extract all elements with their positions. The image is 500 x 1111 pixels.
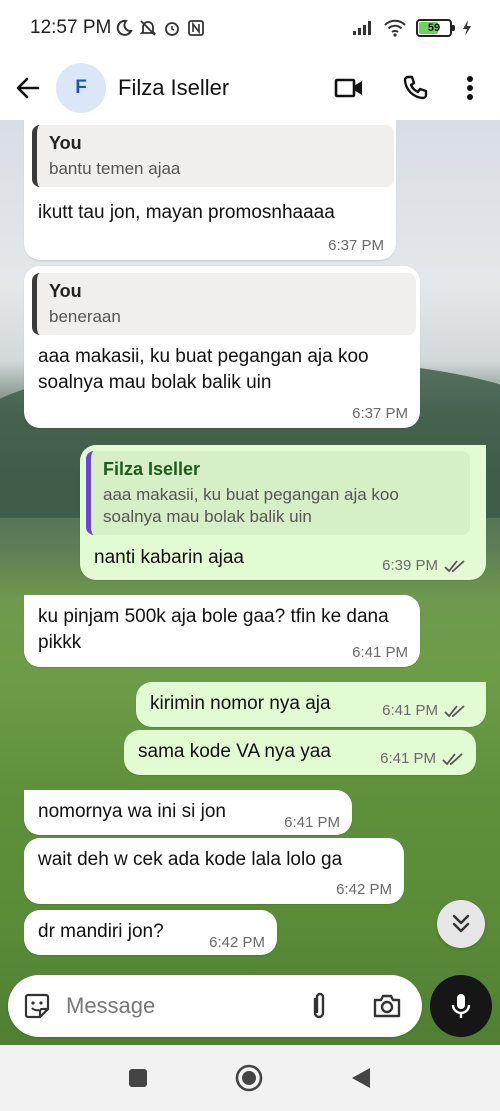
status-icons-left: [115, 19, 205, 37]
message-text: dr mandiri jon?: [38, 921, 164, 942]
message-bubble-incoming[interactable]: nomornya wa ini si jon 6:41 PM: [24, 790, 352, 835]
contact-avatar[interactable]: F: [56, 63, 106, 113]
time-label: 6:41 PM: [284, 814, 340, 831]
message-time: 6:41 PM: [284, 814, 340, 831]
more-vert-icon[interactable]: [466, 75, 474, 101]
microphone-icon: [451, 994, 471, 1018]
message-bubble-outgoing[interactable]: sama kode VA nya yaa 6:41 PM: [124, 730, 476, 775]
chat-header: F Filza Iseller: [0, 56, 500, 120]
video-call-icon[interactable]: [334, 76, 364, 100]
message-bubble-outgoing[interactable]: kirimin nomor nya aja 6:41 PM: [136, 682, 486, 727]
message-text: sama kode VA nya yaa: [138, 741, 331, 762]
message-bubble-incoming[interactable]: You bantu temen ajaa ikutt tau jon, maya…: [24, 120, 396, 260]
time-label: 6:39 PM: [382, 557, 438, 574]
message-time: 6:37 PM: [352, 405, 408, 422]
double-check-icon: [444, 704, 465, 717]
time-label: 6:41 PM: [352, 644, 408, 661]
charging-icon: [463, 20, 471, 36]
attachment-icon[interactable]: [306, 991, 332, 1021]
double-check-icon: [444, 559, 465, 572]
time-label: 6:37 PM: [352, 405, 408, 422]
message-bubble-incoming[interactable]: wait deh w cek ada kode lala lolo ga 6:4…: [24, 838, 404, 904]
message-text: aaa makasii, ku buat pegangan aja koo so…: [38, 346, 369, 393]
status-bar: 12:57 PM 59: [0, 0, 500, 56]
camera-icon[interactable]: [372, 993, 402, 1019]
wifi-icon: [384, 19, 406, 37]
quoted-text: beneraan: [49, 307, 121, 326]
phone-icon[interactable]: [402, 75, 428, 101]
message-text: kirimin nomor nya aja: [150, 693, 331, 714]
quoted-author: You: [49, 133, 82, 153]
back-icon[interactable]: [350, 1066, 372, 1090]
message-time: 6:41 PM: [352, 644, 408, 661]
double-chevron-down-icon: [452, 914, 470, 933]
battery-percent: 59: [427, 22, 441, 34]
contact-name[interactable]: Filza Iseller: [118, 75, 229, 101]
time-label: 6:41 PM: [382, 702, 438, 719]
message-time: 6:37 PM: [328, 237, 384, 254]
message-bubble-incoming[interactable]: dr mandiri jon? 6:42 PM: [24, 910, 277, 955]
status-icons-right: 59: [352, 19, 472, 37]
message-input[interactable]: [66, 993, 286, 1019]
message-text: ku pinjam 500k aja bole gaa? tfin ke dan…: [38, 606, 389, 653]
time-label: 6:37 PM: [328, 237, 384, 254]
alarm-icon: [165, 22, 180, 36]
quoted-text: aaa makasii, ku buat pegangan aja koo so…: [103, 485, 399, 526]
back-arrow-icon[interactable]: [14, 74, 42, 102]
message-bubble-incoming[interactable]: ku pinjam 500k aja bole gaa? tfin ke dan…: [24, 595, 420, 667]
message-meta: 6:41 PM: [380, 750, 464, 767]
message-text: nanti kabarin ajaa: [94, 547, 244, 568]
message-text: ikutt tau jon, mayan promosnhaaaa: [38, 202, 335, 223]
system-navigation-bar: [0, 1045, 500, 1111]
voice-record-button[interactable]: [430, 975, 492, 1037]
message-meta: 6:39 PM: [382, 557, 466, 574]
double-check-icon: [442, 752, 463, 765]
message-bubble-incoming[interactable]: You beneraan aaa makasii, ku buat pegang…: [24, 266, 420, 428]
quoted-author: You: [49, 281, 82, 301]
quoted-message[interactable]: Filza Iseller aaa makasii, ku buat pegan…: [86, 451, 470, 535]
battery-icon: 59: [416, 19, 455, 37]
signal-icon: [353, 21, 371, 35]
home-icon[interactable]: [234, 1063, 264, 1093]
message-time: 6:42 PM: [209, 934, 265, 951]
message-meta: 6:41 PM: [382, 702, 466, 719]
time-label: 6:42 PM: [209, 934, 265, 951]
moon-icon: [117, 19, 134, 36]
message-composer: [8, 975, 422, 1037]
quoted-message[interactable]: You bantu temen ajaa: [32, 125, 394, 187]
time-label: 6:42 PM: [336, 881, 392, 898]
message-bubble-outgoing[interactable]: Filza Iseller aaa makasii, ku buat pegan…: [80, 445, 486, 580]
quoted-message[interactable]: You beneraan: [32, 273, 416, 335]
scroll-to-bottom-button[interactable]: [437, 900, 485, 948]
recents-icon[interactable]: [128, 1068, 148, 1088]
message-text: wait deh w cek ada kode lala lolo ga: [38, 849, 343, 870]
status-time: 12:57 PM: [30, 17, 112, 38]
quoted-text: bantu temen ajaa: [49, 159, 181, 178]
time-label: 6:41 PM: [380, 750, 436, 767]
message-time: 6:42 PM: [336, 881, 392, 898]
header-actions: [334, 75, 474, 101]
message-text: nomornya wa ini si jon: [38, 801, 226, 822]
bell-off-icon: [140, 20, 157, 36]
quoted-author: Filza Iseller: [103, 459, 201, 479]
emoji-sticker-icon[interactable]: [22, 991, 52, 1021]
chat-area[interactable]: You bantu temen ajaa ikutt tau jon, maya…: [0, 120, 500, 1045]
nfc-icon: [188, 20, 205, 36]
